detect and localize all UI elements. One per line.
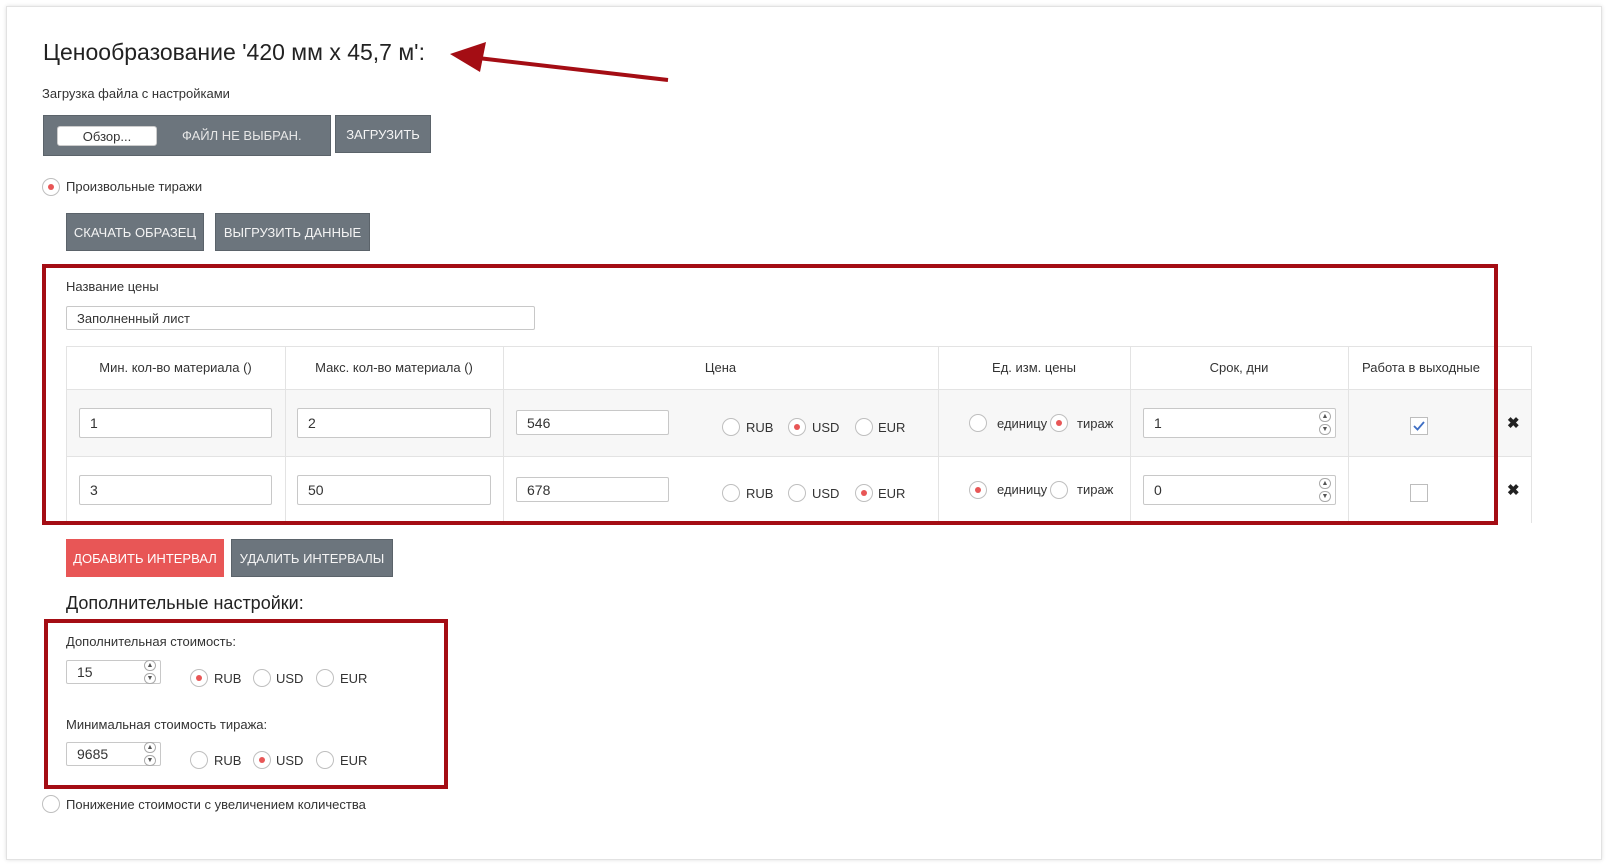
table-col-divider xyxy=(1531,346,1532,523)
file-input[interactable]: Обзор... ФАЙЛ НЕ ВЫБРАН. xyxy=(43,115,331,156)
download-sample-button[interactable]: СКАЧАТЬ ОБРАЗЕЦ xyxy=(66,213,204,251)
upload-button[interactable]: ЗАГРУЗИТЬ xyxy=(335,115,431,153)
discount-radio[interactable] xyxy=(42,795,60,813)
add-interval-button[interactable]: ДОБАВИТЬ ИНТЕРВАЛ xyxy=(66,539,224,577)
annotation-box xyxy=(44,619,448,789)
custom-runs-radio[interactable] xyxy=(42,178,60,196)
delete-intervals-button[interactable]: УДАЛИТЬ ИНТЕРВАЛЫ xyxy=(231,539,393,577)
annotation-box xyxy=(42,264,1498,525)
page-title: Ценообразование '420 мм х 45,7 м': xyxy=(43,39,425,65)
upload-settings-label: Загрузка файла с настройками xyxy=(42,86,230,101)
close-icon[interactable]: ✖ xyxy=(1507,414,1520,432)
discount-label: Понижение стоимости с увеличением количе… xyxy=(66,797,366,812)
extra-settings-title: Дополнительные настройки: xyxy=(66,593,304,613)
custom-runs-label: Произвольные тиражи xyxy=(66,179,203,194)
annotation-arrow-icon xyxy=(450,42,669,82)
browse-button[interactable]: Обзор... xyxy=(57,126,157,146)
close-icon[interactable]: ✖ xyxy=(1507,481,1520,499)
export-data-button[interactable]: ВЫГРУЗИТЬ ДАННЫЕ xyxy=(215,213,370,251)
no-file-selected-text: ФАЙЛ НЕ ВЫБРАН. xyxy=(182,128,302,143)
